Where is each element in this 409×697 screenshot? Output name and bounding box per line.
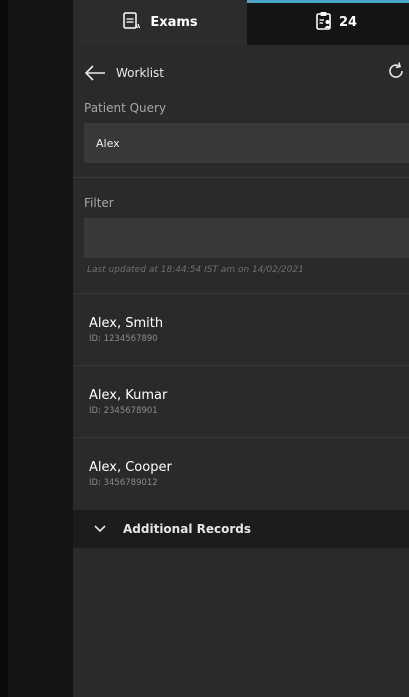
patient-query-input[interactable] xyxy=(84,123,409,163)
refresh-icon xyxy=(386,61,406,85)
patient-id: ID: 3456789012 xyxy=(89,478,158,488)
patient-row[interactable]: Alex, Smith ID: 1234567890 xyxy=(73,293,409,365)
app-screen: Exams 24 Worklist Patient Query Alex Fil… xyxy=(0,0,409,697)
tab-count-label: 24 xyxy=(339,15,358,30)
clipboard-user-icon xyxy=(315,11,333,35)
filter-label: Filter xyxy=(84,196,114,210)
chevron-down-icon xyxy=(93,524,107,534)
patient-name: Alex, Cooper xyxy=(89,460,172,475)
back-label: Worklist xyxy=(116,66,165,80)
tab-bar: Exams 24 xyxy=(73,0,409,45)
arrow-left-icon xyxy=(84,65,106,81)
tab-exams-label: Exams xyxy=(150,15,198,30)
patient-name: Alex, Kumar xyxy=(89,388,168,403)
active-tab-indicator xyxy=(247,0,409,3)
tab-worklist-count[interactable]: 24 xyxy=(247,0,409,45)
patient-row[interactable]: Alex, Kumar ID: 2345678901 xyxy=(73,365,409,437)
section-divider xyxy=(73,177,409,178)
patient-row[interactable]: Alex, Cooper ID: 3456789012 xyxy=(73,437,409,509)
patient-query-label: Patient Query xyxy=(84,101,167,115)
tab-exams[interactable]: Exams xyxy=(73,0,247,45)
exams-scan-icon xyxy=(122,11,142,35)
patient-name: Alex, Smith xyxy=(89,316,164,331)
last-updated-text: Last updated at 18:44:54 IST am on 14/02… xyxy=(87,265,304,275)
side-gutter xyxy=(8,0,73,697)
filter-input[interactable] xyxy=(84,218,409,258)
back-to-worklist[interactable]: Worklist xyxy=(84,62,164,84)
additional-records-toggle[interactable]: Additional Records xyxy=(73,510,409,548)
patient-id: ID: 1234567890 xyxy=(89,334,158,344)
refresh-button[interactable] xyxy=(384,61,408,85)
additional-records-label: Additional Records xyxy=(123,522,251,536)
left-edge xyxy=(0,0,8,697)
patient-id: ID: 2345678901 xyxy=(89,406,158,416)
